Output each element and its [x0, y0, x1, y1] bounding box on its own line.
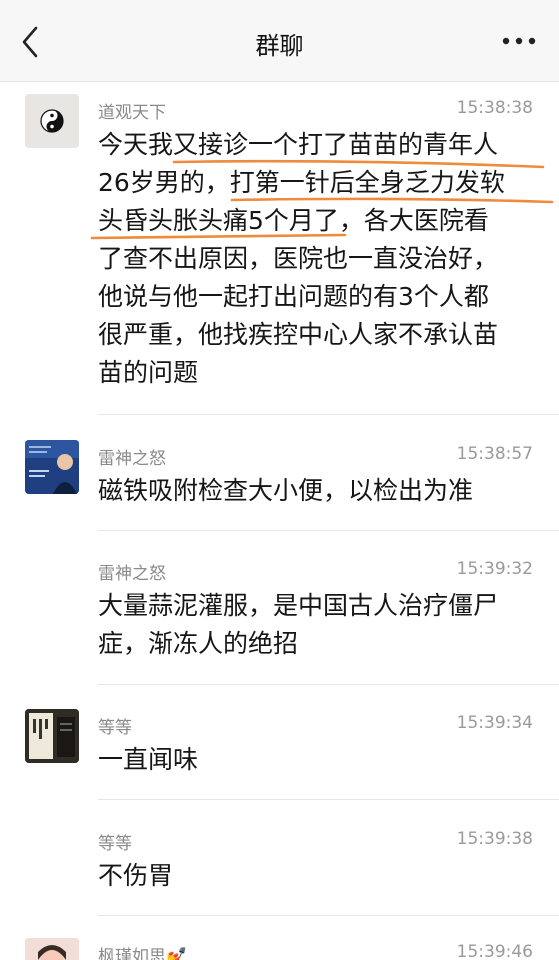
- message-time: 15:39:46: [456, 942, 533, 960]
- divider: [98, 414, 559, 415]
- highlight-underline: [230, 197, 554, 204]
- divider: [98, 530, 559, 531]
- sender-name[interactable]: 枫瑾如思💅: [98, 942, 187, 960]
- message-time: 15:38:38: [456, 98, 533, 118]
- divider: [98, 684, 559, 685]
- sender-name[interactable]: 等等: [98, 829, 132, 854]
- highlight-underline: [172, 159, 545, 169]
- message-text: 不伤胃: [98, 857, 538, 895]
- message-line: 很严重，他找疾控中心人家不承认苗: [98, 320, 499, 349]
- message-time: 15:38:57: [456, 444, 533, 464]
- highlight-underline: [90, 233, 347, 240]
- avatar[interactable]: [25, 938, 79, 960]
- message-text: 大量蒜泥灌服，是中国古人治疗僵尸 症，渐冻人的绝招: [98, 587, 538, 663]
- more-button[interactable]: [499, 28, 539, 54]
- message-line: 一直闻味: [98, 745, 199, 774]
- message-line: 大量蒜泥灌服，是中国古人治疗僵尸: [98, 591, 499, 620]
- message-text: 磁铁吸附检查大小便，以检出为准: [98, 472, 538, 510]
- message-line: 磁铁吸附检查大小便，以检出为准: [98, 476, 474, 505]
- message-list[interactable]: 道观天下 15:38:38 今天我又接诊一个打了苗苗的青年人 26岁男的，打第一…: [0, 82, 559, 960]
- divider: [98, 915, 559, 916]
- profile-photo-icon: [25, 938, 79, 960]
- message-time: 15:39:34: [456, 713, 533, 733]
- message-line: 不伤胃: [98, 861, 174, 890]
- chat-header: 群聊: [0, 0, 559, 82]
- more-dots-icon: [502, 37, 536, 45]
- chat-title: 群聊: [255, 32, 304, 60]
- sender-name[interactable]: 雷神之怒: [98, 559, 166, 584]
- message-time: 15:39:38: [456, 829, 533, 849]
- message-text: 一直闻味: [98, 741, 538, 779]
- avatar[interactable]: [25, 440, 79, 494]
- sender-name[interactable]: 等等: [98, 713, 132, 738]
- sender-name[interactable]: 道观天下: [98, 98, 166, 123]
- divider: [98, 799, 559, 800]
- portrait-photo-icon: [25, 440, 79, 494]
- message-line: 症，渐冻人的绝招: [98, 629, 299, 658]
- book-photo-icon: [25, 709, 79, 763]
- message-line: 苗的问题: [98, 358, 199, 387]
- avatar[interactable]: [25, 709, 79, 763]
- highlight-annotation: [90, 159, 554, 240]
- sender-name[interactable]: 雷神之怒: [98, 444, 166, 469]
- message-time: 15:39:32: [456, 559, 533, 579]
